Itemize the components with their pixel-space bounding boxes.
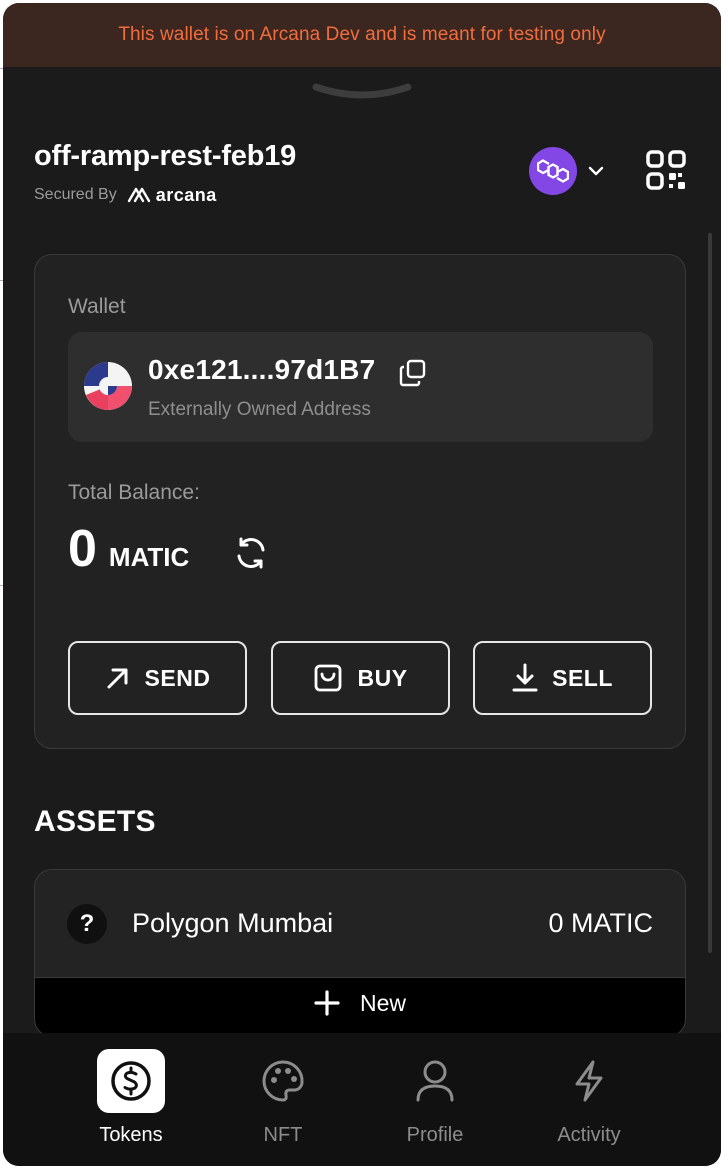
asset-row[interactable]: ? Polygon Mumbai 0 MATIC <box>35 870 685 978</box>
plus-icon <box>314 990 340 1016</box>
arcana-brand-text: arcana <box>155 184 217 205</box>
balance-amount: 0 <box>68 520 97 578</box>
send-button[interactable]: SEND <box>68 641 247 715</box>
wallet-card: Wallet 0xe121....97d1B7 Externally Owned… <box>34 254 686 749</box>
assets-heading: ASSETS <box>34 805 156 838</box>
arrow-up-right-icon <box>107 668 128 689</box>
refresh-icon[interactable] <box>233 535 269 571</box>
assets-list: ? Polygon Mumbai 0 MATIC New <box>34 869 686 1037</box>
nav-activity[interactable]: Activity <box>529 1049 649 1149</box>
nav-nft-label: NFT <box>263 1124 303 1146</box>
shopping-bag-icon <box>315 664 342 692</box>
arcana-mark-icon <box>127 187 150 203</box>
palette-icon <box>262 1060 304 1102</box>
dollar-coin-icon <box>111 1061 151 1101</box>
download-icon <box>512 663 538 692</box>
sell-button[interactable]: SELL <box>473 641 652 715</box>
nav-nft[interactable]: NFT <box>223 1049 343 1149</box>
buy-label: BUY <box>357 664 408 691</box>
send-label: SEND <box>144 664 211 691</box>
chevron-down-icon <box>588 166 604 176</box>
asset-balance: 0 MATIC <box>548 908 653 938</box>
dev-environment-banner: This wallet is on Arcana Dev and is mean… <box>3 3 721 67</box>
address-box: 0xe121....97d1B7 Externally Owned Addres… <box>68 332 653 442</box>
secured-by-row: Secured By arcana <box>34 184 217 206</box>
user-icon <box>416 1060 454 1102</box>
copy-icon[interactable] <box>398 358 428 388</box>
nav-activity-label: Activity <box>557 1124 621 1146</box>
balance-label: Total Balance: <box>68 481 200 504</box>
address-type: Externally Owned Address <box>148 399 371 420</box>
polygon-chain-icon <box>529 147 577 195</box>
balance-unit: MATIC <box>108 542 190 572</box>
sell-label: SELL <box>552 664 613 691</box>
qr-code-icon[interactable] <box>645 149 687 191</box>
app-name: off-ramp-rest-feb19 <box>34 140 297 172</box>
nav-tokens[interactable]: Tokens <box>71 1049 191 1149</box>
nav-profile[interactable]: Profile <box>375 1049 495 1149</box>
lightning-icon <box>575 1060 603 1102</box>
balance-row: 0 MATIC <box>68 523 189 575</box>
bottom-nav: Tokens NFT Profile Activity <box>3 1033 721 1166</box>
wallet-widget: This wallet is on Arcana Dev and is mean… <box>3 3 721 1166</box>
asset-name: Polygon Mumbai <box>132 908 334 938</box>
arcana-logo: arcana <box>127 185 217 206</box>
scrollbar[interactable] <box>708 233 712 953</box>
collapse-handle-icon[interactable] <box>311 81 413 101</box>
wallet-address: 0xe121....97d1B7 <box>148 354 376 385</box>
wallet-label: Wallet <box>68 295 126 318</box>
question-icon: ? <box>67 904 107 944</box>
address-avatar <box>84 362 132 410</box>
new-asset-button[interactable]: New <box>35 978 685 1036</box>
buy-button[interactable]: BUY <box>271 641 450 715</box>
secured-by-label: Secured By <box>34 186 117 203</box>
new-asset-label: New <box>359 990 406 1016</box>
banner-text: This wallet is on Arcana Dev and is mean… <box>118 24 606 45</box>
nav-profile-label: Profile <box>406 1124 464 1146</box>
nav-tokens-label: Tokens <box>99 1124 163 1146</box>
chain-selector[interactable] <box>529 145 613 197</box>
